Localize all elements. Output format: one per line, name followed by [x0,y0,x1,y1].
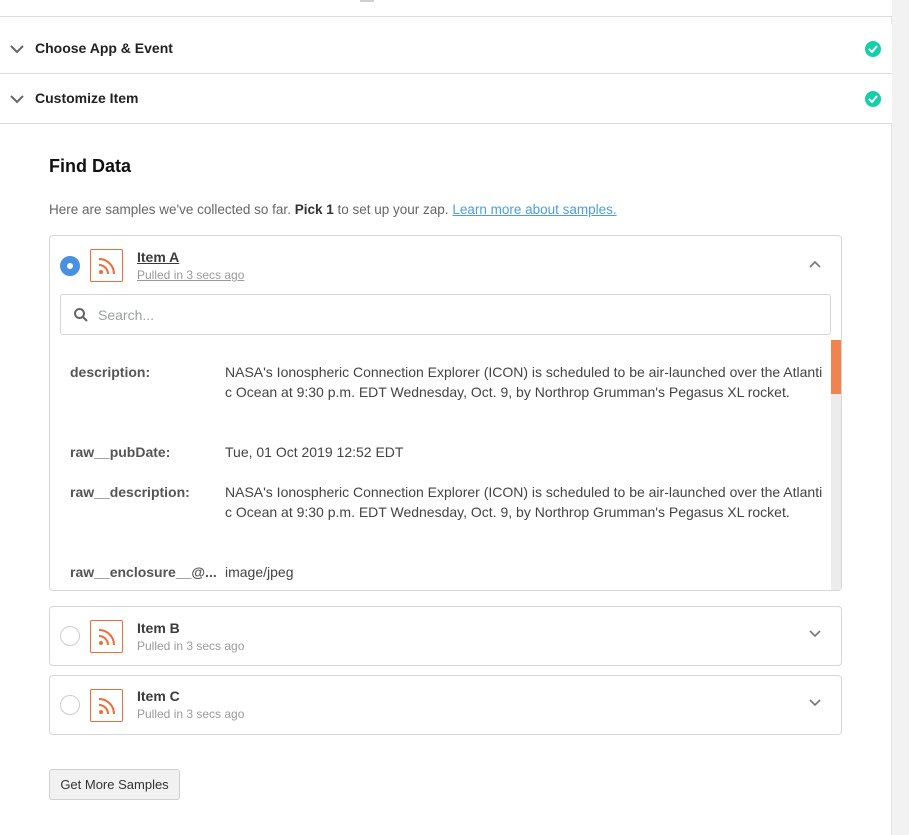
sample-radio[interactable] [60,626,80,646]
field-key: raw__pubDate: [70,444,171,460]
rss-icon [90,620,123,653]
section-choose-app-event[interactable]: Choose App & Event [0,24,892,74]
field-key: description: [70,364,151,380]
search-icon [74,308,88,322]
sample-item-pulled-time: Pulled in 3 secs ago [137,268,245,282]
section-customize-item[interactable]: Customize Item [0,74,892,124]
section-title: Choose App & Event [35,40,173,56]
sample-item-c[interactable]: Item C Pulled in 3 secs ago [49,675,842,735]
scrollbar-thumb[interactable] [831,340,841,394]
search-input[interactable] [98,305,798,325]
field-value: image/jpeg [225,564,294,580]
sample-search[interactable] [60,294,831,335]
check-circle-icon [865,41,881,57]
sample-item-name[interactable]: Item C [137,688,180,704]
field-value: NASA's Ionospheric Connection Explorer (… [225,364,823,400]
field-list-scrollbar[interactable] [831,340,841,590]
field-key: raw__enclosure__@... [70,564,217,580]
sample-item-name[interactable]: Item A [137,249,179,265]
intro-after: to set up your zap. [333,202,453,217]
rss-icon [90,249,123,282]
field-value: NASA's Ionospheric Connection Explorer (… [225,484,823,520]
sample-radio[interactable] [60,256,80,276]
setup-panel: Choose App & Event Customize Item Find D… [0,0,892,835]
sample-radio[interactable] [60,695,80,715]
chevron-down-icon[interactable] [807,695,823,711]
sample-item-name[interactable]: Item B [137,620,180,636]
check-circle-icon [865,91,881,107]
sample-item-pulled-time: Pulled in 3 secs ago [137,639,245,653]
chevron-up-icon[interactable] [807,256,823,272]
sample-item-a[interactable]: Item A Pulled in 3 secs ago description:… [49,235,842,591]
field-value: Tue, 01 Oct 2019 12:52 EDT [225,444,404,460]
intro-bold: Pick 1 [294,202,334,217]
learn-more-link[interactable]: Learn more about samples. [452,202,616,217]
top-bar-nub [360,0,374,2]
chevron-down-icon [10,45,24,54]
sample-field-list: description: NASA's Ionospheric Connecti… [50,340,831,590]
chevron-down-icon [10,95,24,104]
top-bar [0,0,892,17]
chevron-down-icon[interactable] [807,626,823,642]
rss-icon [90,689,123,722]
find-data-intro: Here are samples we've collected so far.… [49,202,617,217]
page-gutter [892,0,909,835]
intro-text: Here are samples we've collected so far. [49,202,295,217]
get-more-samples-button[interactable]: Get More Samples [49,769,180,800]
sample-item-b[interactable]: Item B Pulled in 3 secs ago [49,606,842,666]
section-title: Customize Item [35,90,139,106]
sample-item-pulled-time: Pulled in 3 secs ago [137,707,245,721]
find-data-title: Find Data [49,156,132,176]
field-key: raw__description: [70,484,190,500]
